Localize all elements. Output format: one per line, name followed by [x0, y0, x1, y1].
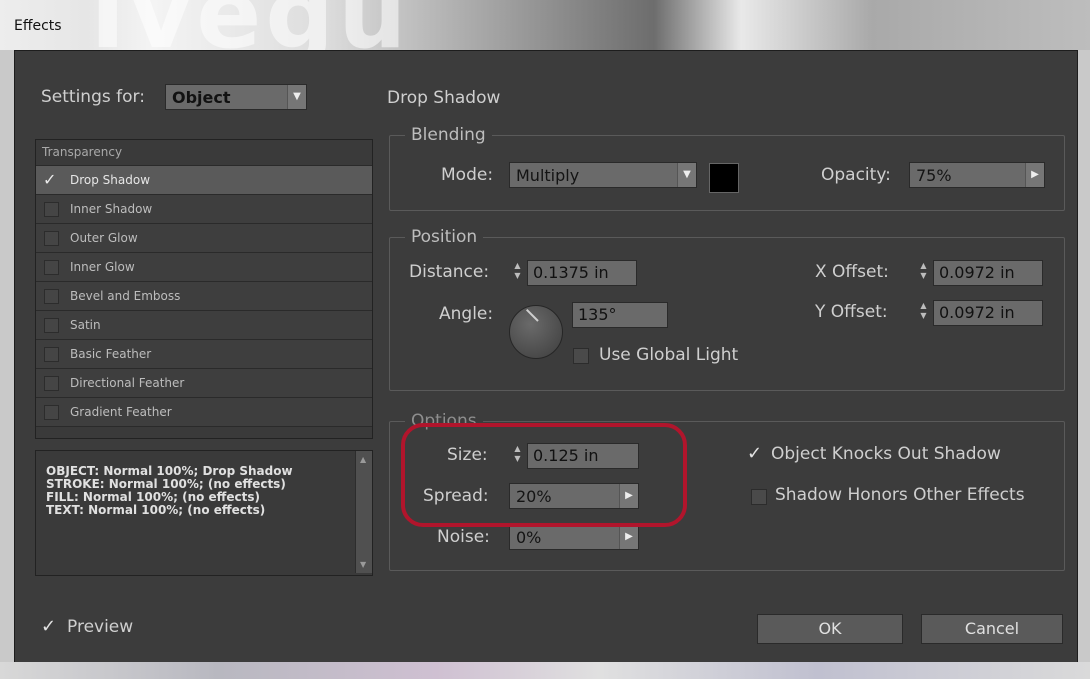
effect-checkbox[interactable]: [44, 260, 59, 275]
effect-checkbox[interactable]: [44, 405, 59, 420]
knocks-out-checkmark-icon[interactable]: ✓: [747, 445, 762, 463]
settings-for-label: Settings for:: [41, 87, 145, 107]
panel-title: Drop Shadow: [387, 88, 501, 108]
mode-label: Mode:: [441, 165, 494, 185]
window-title: Effects: [14, 18, 62, 34]
effects-list: Transparency ✓ Drop Shadow Inner Shadow Out…: [35, 139, 373, 439]
blend-mode-select[interactable]: Multiply ▼: [509, 162, 697, 188]
chevron-right-icon[interactable]: ▶: [1025, 163, 1044, 187]
scroll-up-icon[interactable]: ▲: [360, 455, 366, 464]
y-offset-label: Y Offset:: [815, 302, 888, 322]
effect-item[interactable]: Satin: [36, 311, 372, 340]
cancel-button[interactable]: Cancel: [921, 614, 1063, 644]
effect-item[interactable]: Directional Feather: [36, 369, 372, 398]
noise-field[interactable]: 0% ▶: [509, 524, 639, 550]
preview-label: Preview: [67, 617, 134, 637]
effect-item[interactable]: Bevel and Emboss: [36, 282, 372, 311]
effect-item-label: Directional Feather: [70, 376, 185, 390]
effect-checkbox[interactable]: [44, 289, 59, 304]
x-offset-stepper[interactable]: ▲ ▼: [917, 261, 930, 285]
opacity-value: 75%: [916, 166, 952, 185]
effect-item[interactable]: Inner Glow: [36, 253, 372, 282]
summary-line: TEXT: Normal 100%; (no effects): [46, 503, 266, 517]
blending-title: Blending: [405, 125, 492, 145]
effect-checkbox[interactable]: [44, 376, 59, 391]
effect-item-label: Outer Glow: [70, 231, 138, 245]
angle-dial[interactable]: [509, 305, 563, 359]
angle-label: Angle:: [439, 304, 494, 324]
effect-item-label: Basic Feather: [70, 347, 152, 361]
background-artwork: Ivegu: [90, 0, 410, 50]
knocks-out-label: Object Knocks Out Shadow: [771, 444, 1001, 464]
highlight-ring: [401, 423, 687, 527]
preview-checkmark-icon[interactable]: ✓: [41, 618, 56, 636]
effect-item-label: Drop Shadow: [70, 173, 151, 187]
noise-label: Noise:: [437, 527, 490, 547]
opacity-label: Opacity:: [821, 165, 891, 185]
effect-item-label: Gradient Feather: [70, 405, 172, 419]
title-bar: Ivegu Effects: [0, 0, 1090, 50]
scroll-down-icon[interactable]: ▼: [360, 560, 366, 569]
x-offset-field[interactable]: 0.0972 in: [933, 260, 1043, 286]
distance-label: Distance:: [409, 262, 490, 282]
settings-for-value: Object: [172, 88, 231, 107]
angle-field[interactable]: 135°: [572, 302, 668, 328]
effect-checkbox[interactable]: [44, 231, 59, 246]
opacity-field[interactable]: 75% ▶: [909, 162, 1045, 188]
position-title: Position: [405, 227, 484, 247]
chevron-right-icon[interactable]: ▶: [619, 525, 638, 549]
effect-item-label: Inner Glow: [70, 260, 135, 274]
chevron-down-icon[interactable]: ▼: [677, 163, 696, 187]
distance-field[interactable]: 0.1375 in: [527, 260, 637, 286]
effects-dialog: Settings for: Object ▼ Transparency ✓ Dro…: [14, 50, 1078, 664]
honors-effects-checkbox[interactable]: [751, 489, 767, 505]
y-offset-field[interactable]: 0.0972 in: [933, 300, 1043, 326]
background-artwork-bottom: [0, 662, 1090, 679]
shadow-color-swatch[interactable]: [709, 163, 739, 193]
distance-stepper[interactable]: ▲ ▼: [511, 261, 524, 285]
ok-button[interactable]: OK: [757, 614, 903, 644]
effect-item[interactable]: Outer Glow: [36, 224, 372, 253]
effect-item[interactable]: Inner Shadow: [36, 195, 372, 224]
effect-checkbox[interactable]: [44, 347, 59, 362]
effect-item-label: Satin: [70, 318, 101, 332]
effects-summary: OBJECT: Normal 100%; Drop Shadow STROKE: …: [35, 450, 373, 576]
use-global-light-checkbox[interactable]: [573, 348, 589, 364]
chevron-down-icon[interactable]: ▼: [287, 85, 306, 109]
effect-item[interactable]: ✓ Drop Shadow: [36, 166, 372, 195]
effect-item[interactable]: Gradient Feather: [36, 398, 372, 427]
effect-checkbox[interactable]: [44, 202, 59, 217]
effect-checkbox[interactable]: [44, 318, 59, 333]
noise-value: 0%: [516, 528, 542, 547]
effect-item-label: Bevel and Emboss: [70, 289, 181, 303]
y-offset-stepper[interactable]: ▲ ▼: [917, 301, 930, 325]
list-header: Transparency: [36, 140, 372, 166]
x-offset-label: X Offset:: [815, 262, 889, 282]
blend-mode-value: Multiply: [516, 166, 580, 185]
honors-effects-label: Shadow Honors Other Effects: [775, 485, 1025, 505]
effect-item-label: Inner Shadow: [70, 202, 153, 216]
angle-dial-needle: [525, 308, 539, 322]
use-global-light-label: Use Global Light: [599, 345, 739, 365]
summary-scrollbar[interactable]: ▲ ▼: [355, 451, 372, 573]
settings-for-select[interactable]: Object ▼: [165, 84, 307, 110]
effect-item[interactable]: Basic Feather: [36, 340, 372, 369]
checkmark-icon[interactable]: ✓: [43, 166, 56, 194]
